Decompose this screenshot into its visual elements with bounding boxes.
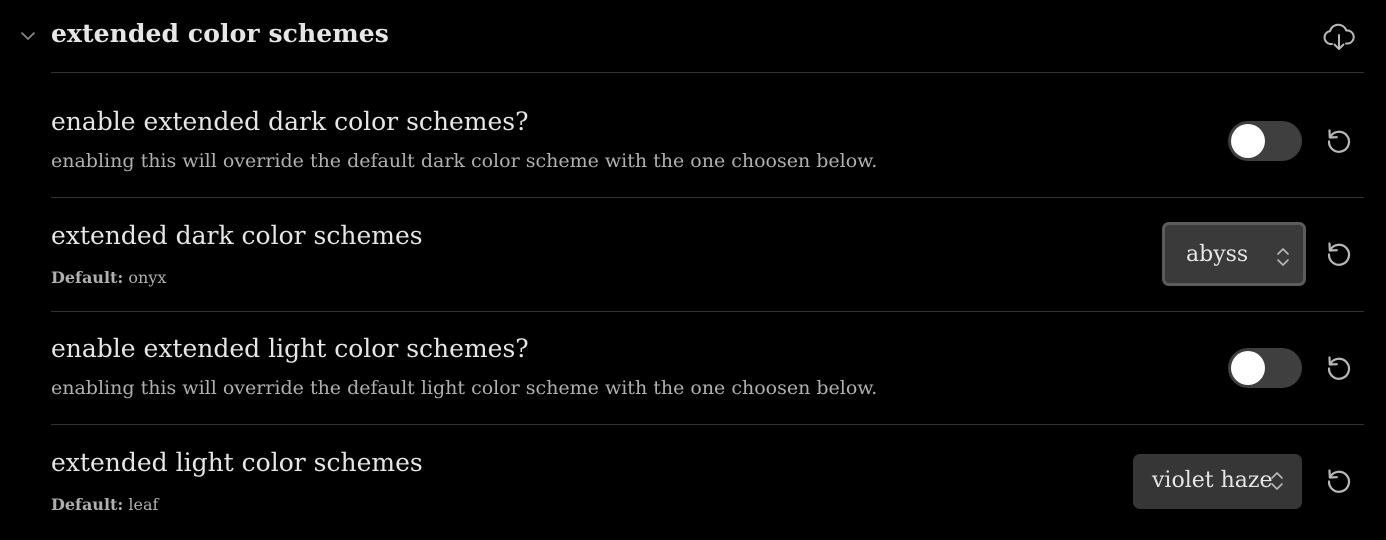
reset-icon[interactable] xyxy=(1322,351,1356,385)
dark-scheme-dropdown[interactable]: abyss xyxy=(1162,222,1306,286)
setting-default-light: Default: leaf xyxy=(51,495,158,514)
chevron-up-down-icon xyxy=(1271,472,1283,490)
default-label: Default: xyxy=(51,268,124,287)
default-label: Default: xyxy=(51,495,124,514)
setting-name-enable-light: enable extended light color schemes? xyxy=(51,334,529,363)
reset-icon[interactable] xyxy=(1322,464,1356,498)
toggle-knob xyxy=(1231,351,1265,385)
light-scheme-dropdown[interactable]: violet haze xyxy=(1133,454,1302,509)
setting-name-enable-dark: enable extended dark color schemes? xyxy=(51,107,529,136)
divider xyxy=(51,72,1364,73)
section-title: extended color schemes xyxy=(51,19,389,48)
enable-light-toggle[interactable] xyxy=(1228,348,1302,388)
toggle-knob xyxy=(1231,124,1265,158)
reset-icon[interactable] xyxy=(1322,237,1356,271)
section-header[interactable]: extended color schemes xyxy=(0,0,1386,72)
dropdown-value: abyss xyxy=(1186,242,1249,267)
chevron-down-icon[interactable] xyxy=(19,27,37,45)
dropdown-value: violet haze xyxy=(1152,468,1273,493)
divider xyxy=(51,197,1364,198)
default-value: leaf xyxy=(128,495,159,514)
setting-description-enable-dark: enabling this will override the default … xyxy=(51,150,878,172)
divider xyxy=(51,424,1364,425)
divider xyxy=(51,311,1364,312)
setting-description-enable-light: enabling this will override the default … xyxy=(51,377,878,399)
reset-icon[interactable] xyxy=(1322,124,1356,158)
settings-section: extended color schemes enable extended d… xyxy=(0,0,1386,540)
setting-default-dark: Default: onyx xyxy=(51,268,166,287)
setting-name-light-schemes: extended light color schemes xyxy=(51,448,423,477)
enable-dark-toggle[interactable] xyxy=(1228,121,1302,161)
setting-name-dark-schemes: extended dark color schemes xyxy=(51,221,423,250)
default-value: onyx xyxy=(128,268,167,287)
chevron-up-down-icon xyxy=(1277,248,1289,266)
download-cloud-icon[interactable] xyxy=(1322,20,1356,54)
